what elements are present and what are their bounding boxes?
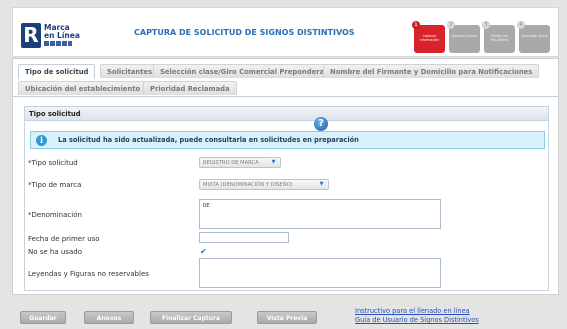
wizard-steps: 1 Capturar información 2 Adjuntar Anexos… <box>412 21 550 53</box>
notice-text: La solicitud ha sido actualizada, puede … <box>58 136 359 144</box>
step-number-2: 2 <box>447 21 455 29</box>
denominacion-label: *Denominación <box>28 211 82 219</box>
logo-letter: R <box>21 23 41 48</box>
tab-prioridad[interactable]: Prioridad Reclamada <box>143 81 237 95</box>
finalizar-captura-button[interactable]: Finalizar Captura <box>150 311 232 324</box>
tab-solicitantes[interactable]: Solicitantes <box>100 64 160 78</box>
page-title: CAPTURA DE SOLICITUD DE SIGNOS DISTINTIV… <box>134 28 355 37</box>
panel-title: Tipo solicitud <box>25 107 548 121</box>
fecha-primer-uso-label: Fecha de primer uso <box>28 235 100 243</box>
step-number-3: 3 <box>482 21 490 29</box>
instructivo-link[interactable]: Instructivo para el llenado en línea <box>355 307 470 315</box>
vista-previa-button[interactable]: Vista Previa <box>257 311 317 324</box>
tipo-solicitud-label: *Tipo solicitud <box>28 159 78 167</box>
step-number-4: 4 <box>517 21 525 29</box>
marca-en-linea-logo: R Marca en Línea <box>21 23 91 51</box>
fecha-primer-uso-field[interactable] <box>199 232 289 243</box>
guardar-button[interactable]: Guardar <box>20 311 66 324</box>
tipo-marca-select[interactable]: MIXTA (DENOMINACIÓN Y DISEÑO) ▼ <box>199 179 329 190</box>
tab-ubicacion[interactable]: Ubicación del establecimiento <box>18 81 148 95</box>
step-label-4: Descargar Acuse <box>521 34 548 38</box>
update-notice: i La solicitud ha sido actualizada, pued… <box>30 131 545 149</box>
tipo-marca-value: MIXTA (DENOMINACIÓN Y DISEÑO) <box>203 182 293 188</box>
logo-text: Marca en Línea <box>44 24 80 40</box>
leyendas-field[interactable] <box>199 258 441 288</box>
chevron-down-icon: ▼ <box>271 159 276 165</box>
chevron-down-icon: ▼ <box>319 181 324 187</box>
info-icon: i <box>36 135 47 146</box>
tipo-solicitud-value: REGISTRO DE MARCA <box>203 160 259 166</box>
tab-seleccion-clase[interactable]: Selección clase/Giro Comercial Preponder… <box>153 64 344 78</box>
denominacion-field[interactable]: DE <box>199 199 441 229</box>
no-usado-checkbox[interactable]: ✔ <box>200 247 207 256</box>
tipo-solicitud-select[interactable]: REGISTRO DE MARCA ▼ <box>199 157 281 168</box>
tab-tipo-solicitud[interactable]: Tipo de solicitud <box>18 64 96 79</box>
step-firmar[interactable]: 3 Firmar con FIEL/Efirma <box>482 21 515 53</box>
logo-text-line2: en Línea <box>44 31 80 40</box>
app-header: R Marca en Línea CAPTURA DE SOLICITUD DE… <box>12 7 559 57</box>
step-acuse[interactable]: 4 Descargar Acuse <box>517 21 550 53</box>
leyendas-label: Leyendas y Figuras no reservables <box>28 270 149 278</box>
step-label-3: Firmar con FIEL/Efirma <box>490 34 509 42</box>
guia-usuario-link[interactable]: Guía de Usuario de Signos Distintivos <box>355 316 479 324</box>
step-anexos[interactable]: 2 Adjuntar Anexos <box>447 21 480 53</box>
step-label-1: Capturar información <box>420 34 439 42</box>
no-usado-label: No se ha usado <box>28 248 82 256</box>
tipo-marca-label: *Tipo de marca <box>28 181 82 189</box>
help-icon[interactable]: ? <box>314 117 328 131</box>
tab-nombre-firmante[interactable]: Nombre del Firmante y Domicilio para Not… <box>323 64 540 78</box>
anexos-button[interactable]: Anexos <box>84 311 134 324</box>
step-capturar[interactable]: 1 Capturar información <box>412 21 445 53</box>
step-number-1: 1 <box>412 21 420 29</box>
tab-bar: Tipo de solicitud Solicitantes Selección… <box>13 59 558 97</box>
step-label-2: Adjuntar Anexos <box>451 34 478 38</box>
logo-bars <box>44 41 72 46</box>
